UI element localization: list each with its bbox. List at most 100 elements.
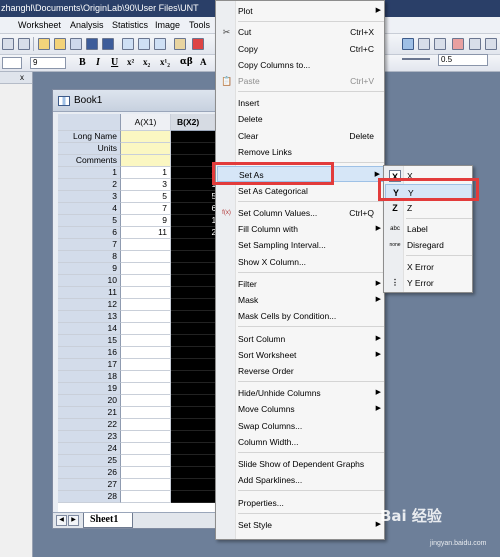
new-icon[interactable] [2, 38, 14, 50]
row-header[interactable]: 3 [58, 191, 121, 203]
table-icon[interactable] [418, 38, 430, 50]
row-header[interactable]: 6 [58, 227, 121, 239]
submenu-item-z[interactable]: ZZ [385, 200, 472, 216]
menu-item-fill-column-with[interactable]: Fill Column with ▶ [217, 221, 384, 237]
menu-item-move-columns[interactable]: Move Columns ▶ [217, 401, 384, 417]
row-header[interactable]: 22 [58, 419, 121, 431]
row-header[interactable]: 17 [58, 359, 121, 371]
menu-item-properties[interactable]: Properties... [217, 495, 384, 511]
prev-sheet-icon[interactable]: ◀ [56, 515, 67, 526]
row-header[interactable]: 1 [58, 167, 121, 179]
row-header[interactable]: 13 [58, 311, 121, 323]
cell[interactable] [121, 443, 171, 455]
import-wizard-icon[interactable] [154, 38, 166, 50]
superscript-icon[interactable]: x² [127, 57, 134, 67]
cell[interactable] [121, 479, 171, 491]
print-icon[interactable] [174, 38, 186, 50]
menu-item-copy[interactable]: Copy Ctrl+C [217, 41, 384, 57]
open-excel-icon[interactable] [70, 38, 82, 50]
menu-image[interactable]: Image [155, 20, 180, 30]
sheet-tab[interactable]: Sheet1 [83, 513, 133, 528]
worksheet-grid[interactable]: A(X1) B(X2) Long Name Units Comments 113… [58, 114, 223, 512]
menu-item-clear[interactable]: Clear Delete [217, 128, 384, 144]
underline-icon[interactable]: U [111, 57, 118, 68]
cell[interactable]: 5 [121, 191, 171, 203]
menu-statistics[interactable]: Statistics [112, 20, 148, 30]
layout-icon[interactable] [434, 38, 446, 50]
import-icon[interactable] [122, 38, 134, 50]
row-header[interactable]: 7 [58, 239, 121, 251]
row-header[interactable]: 24 [58, 443, 121, 455]
cell[interactable] [121, 371, 171, 383]
menu-item-plot[interactable]: Plot ▶ [217, 3, 384, 19]
cell[interactable] [121, 287, 171, 299]
menu-item-reverse-order[interactable]: Reverse Order [217, 363, 384, 379]
cell[interactable] [121, 251, 171, 263]
open-icon[interactable] [38, 38, 50, 50]
cell[interactable] [121, 407, 171, 419]
row-header[interactable]: 20 [58, 395, 121, 407]
line-style-sample[interactable] [402, 58, 430, 60]
menu-item-insert[interactable]: Insert [217, 95, 384, 111]
submenu-item-y-error[interactable]: ⋮ Y Error [385, 275, 472, 291]
cell[interactable] [121, 347, 171, 359]
submenu-item-label[interactable]: abc Label [385, 221, 472, 237]
cell[interactable] [121, 431, 171, 443]
row-header[interactable]: 4 [58, 203, 121, 215]
workbook-title-bar[interactable]: Book1 [53, 90, 221, 112]
menu-worksheet[interactable]: Worksheet [18, 20, 61, 30]
menu-item-set-style[interactable]: Set Style ▶ [217, 517, 384, 533]
cell[interactable]: 11 [121, 227, 171, 239]
cell[interactable]: 3 [121, 179, 171, 191]
menu-tools[interactable]: Tools [189, 20, 210, 30]
submenu-item-disregard[interactable]: none Disregard [385, 237, 472, 253]
cell[interactable] [121, 455, 171, 467]
cell[interactable]: 7 [121, 203, 171, 215]
menu-analysis[interactable]: Analysis [70, 20, 104, 30]
cell[interactable] [121, 131, 171, 143]
column-stats-icon[interactable] [469, 38, 481, 50]
row-header[interactable]: 8 [58, 251, 121, 263]
menu-item-sort-column[interactable]: Sort Column ▶ [217, 331, 384, 347]
superscript-subscript-icon[interactable]: x¹₂ [160, 57, 170, 67]
menu-item-cut[interactable]: ✂ Cut Ctrl+X [217, 24, 384, 40]
row-header[interactable]: 10 [58, 275, 121, 287]
cell[interactable] [121, 419, 171, 431]
row-header[interactable]: 16 [58, 347, 121, 359]
row-header[interactable]: 15 [58, 335, 121, 347]
row-header[interactable]: 27 [58, 479, 121, 491]
corner-cell[interactable] [58, 114, 121, 131]
cell[interactable] [121, 275, 171, 287]
menu-item-mask-cells-by-condition[interactable]: Mask Cells by Condition... [217, 308, 384, 324]
menu-item-filter[interactable]: Filter ▶ [217, 276, 384, 292]
cell[interactable] [121, 311, 171, 323]
menu-item-slide-show[interactable]: Slide Show of Dependent Graphs [217, 456, 384, 472]
menu-item-set-sampling-interval[interactable]: Set Sampling Interval... [217, 237, 384, 253]
row-header[interactable]: 21 [58, 407, 121, 419]
row-stats-icon[interactable] [485, 38, 497, 50]
increase-font-icon[interactable]: A [200, 57, 207, 67]
menu-item-sort-worksheet[interactable]: Sort Worksheet ▶ [217, 347, 384, 363]
cell[interactable] [121, 467, 171, 479]
font-size-combo[interactable]: 9 [30, 57, 66, 69]
cell[interactable] [121, 359, 171, 371]
cell[interactable] [121, 155, 171, 167]
cell[interactable] [121, 491, 171, 503]
italic-icon[interactable]: I [96, 57, 100, 68]
save-template-icon[interactable] [102, 38, 114, 50]
menu-item-set-as-categorical[interactable]: Set As Categorical [217, 183, 384, 199]
cell[interactable] [121, 239, 171, 251]
import-multiple-icon[interactable] [138, 38, 150, 50]
cell[interactable] [121, 383, 171, 395]
greek-icon[interactable]: αβ [180, 57, 193, 67]
menu-item-column-width[interactable]: Column Width... [217, 434, 384, 450]
open-template-icon[interactable] [54, 38, 66, 50]
column-header-a[interactable]: A(X1) [121, 114, 171, 131]
menu-item-delete[interactable]: Delete [217, 111, 384, 127]
row-header[interactable]: 19 [58, 383, 121, 395]
menu-item-swap-columns[interactable]: Swap Columns... [217, 418, 384, 434]
menu-item-show-x-column[interactable]: Show X Column... [217, 254, 384, 270]
cell[interactable] [121, 323, 171, 335]
row-header[interactable]: 2 [58, 179, 121, 191]
font-name-combo[interactable] [2, 57, 22, 69]
